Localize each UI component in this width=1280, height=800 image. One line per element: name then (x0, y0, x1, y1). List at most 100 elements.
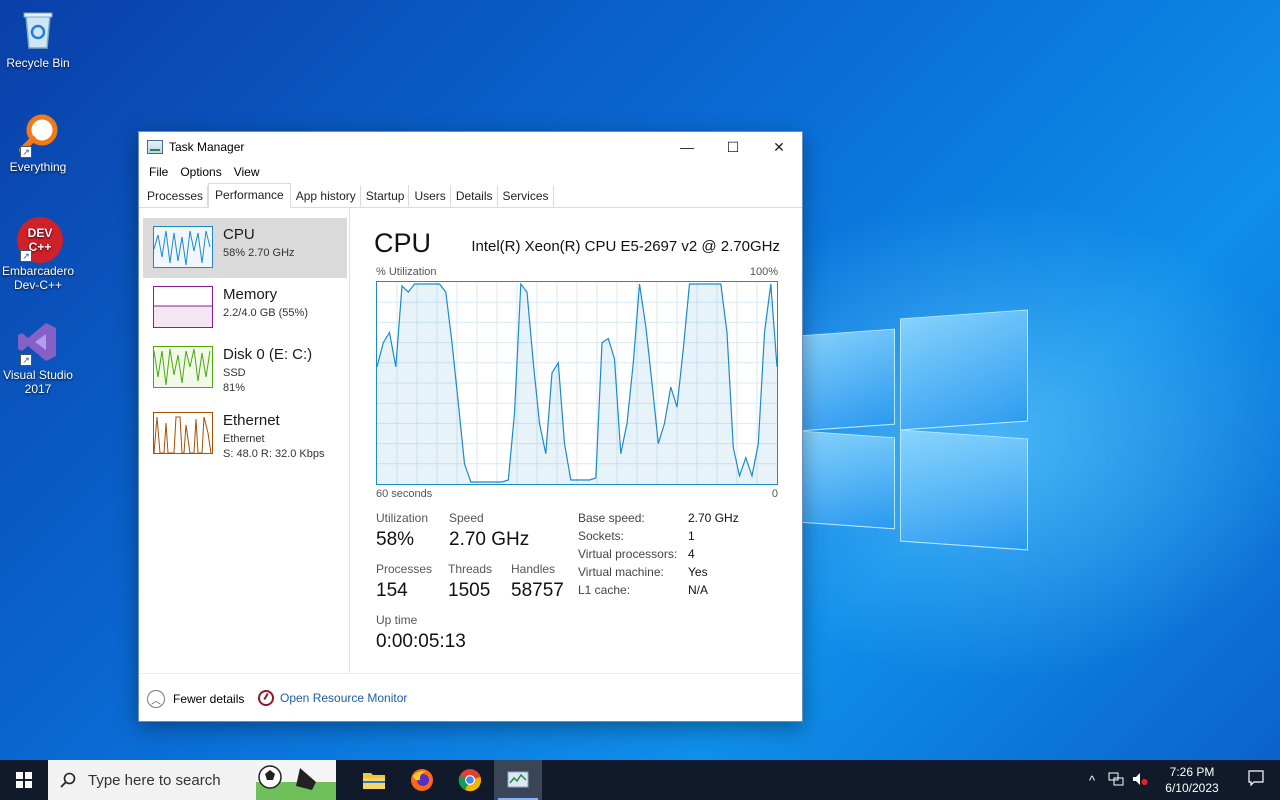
task-manager-icon (147, 140, 163, 154)
taskbar: Type here to search ^ 7:26 PM 6/10/2023 (0, 760, 1280, 800)
uptime-label: Up time (376, 613, 418, 627)
title-bar[interactable]: Task Manager — ☐ ✕ (139, 132, 802, 162)
sidebar-item-cpu[interactable]: CPU 58% 2.70 GHz (143, 218, 347, 278)
virtual-processors-label: Virtual processors: (578, 547, 678, 561)
disk-mini-graph (153, 346, 213, 388)
resource-monitor-icon (258, 690, 274, 706)
network-icon[interactable] (1104, 772, 1128, 789)
close-button[interactable]: ✕ (756, 132, 802, 162)
menu-bar: File Options View (139, 162, 802, 182)
tab-services[interactable]: Services (498, 185, 554, 207)
fewer-details-button[interactable]: ︿ Fewer details (147, 690, 244, 708)
notification-icon (1248, 769, 1264, 786)
processes-label: Processes (376, 562, 433, 576)
menu-options[interactable]: Options (174, 165, 227, 179)
tab-users[interactable]: Users (409, 185, 451, 207)
speed-label: Speed (449, 511, 484, 525)
uptime-value: 0:00:05:13 (376, 631, 466, 652)
folder-icon (363, 773, 385, 789)
speed-value: 2.70 GHz (449, 529, 530, 550)
search-highlight-image (256, 760, 336, 800)
start-button[interactable] (0, 760, 48, 800)
firefox-icon (411, 769, 433, 791)
desktop-icon-label: Visual Studio 2017 (3, 368, 73, 396)
everything-search-icon: ↗ (16, 112, 60, 158)
l1-cache-value: N/A (688, 583, 709, 597)
menu-file[interactable]: File (143, 165, 174, 179)
tab-startup[interactable]: Startup (361, 185, 410, 207)
desktop-icon-everything[interactable]: ↗ Everything (0, 112, 76, 174)
desktop-icon-label: Everything (9, 160, 67, 174)
sidebar-item-memory[interactable]: Memory 2.2/4.0 GB (55%) (143, 278, 347, 338)
system-tray: ^ 7:26 PM 6/10/2023 (1080, 760, 1280, 800)
virtual-machine-label: Virtual machine: (578, 565, 664, 579)
minimize-button[interactable]: — (664, 132, 710, 162)
tab-performance[interactable]: Performance (208, 183, 291, 208)
sockets-label: Sockets: (578, 529, 625, 543)
chrome-icon (458, 769, 481, 792)
sidebar-item-label: Memory (223, 286, 278, 303)
menu-view[interactable]: View (228, 165, 266, 179)
processes-value: 154 (376, 580, 408, 601)
action-center-button[interactable] (1232, 769, 1280, 791)
utilization-label: Utilization (376, 511, 429, 525)
virtual-machine-value: Yes (688, 565, 708, 579)
tab-details[interactable]: Details (451, 185, 498, 207)
graph-y-label: % Utilization (376, 266, 437, 278)
recycle-bin-icon (16, 8, 60, 52)
desktop-icon-recycle-bin[interactable]: Recycle Bin (0, 8, 76, 70)
clock-time: 7:26 PM (1169, 765, 1215, 779)
cpu-model-name: Intel(R) Xeon(R) CPU E5-2697 v2 @ 2.70GH… (471, 238, 780, 255)
maximize-button[interactable]: ☐ (710, 132, 756, 162)
sidebar-item-ethernet[interactable]: Ethernet Ethernet S: 48.0 R: 32.0 Kbps (143, 404, 347, 464)
sidebar-item-detail: Ethernet (223, 433, 265, 445)
ethernet-mini-graph (153, 412, 213, 454)
desktop: Recycle Bin ↗ Everything DEV C++ ↗ Embarc… (0, 0, 1280, 760)
sidebar-item-detail: 58% 2.70 GHz (223, 247, 295, 259)
visual-studio-icon: ↗ (16, 320, 60, 366)
taskbar-file-explorer[interactable] (350, 760, 398, 800)
graph-x-label-right: 0 (771, 488, 778, 500)
threads-label: Threads (448, 562, 493, 576)
desktop-icon-devcpp[interactable]: DEV C++ ↗ Embarcadero Dev-C++ (0, 216, 76, 292)
taskbar-task-manager[interactable] (494, 760, 542, 800)
tab-app-history[interactable]: App history (291, 185, 361, 207)
search-icon (60, 772, 76, 788)
desktop-icon-label: Embarcadero Dev-C++ (1, 264, 75, 292)
performance-sidebar: CPU 58% 2.70 GHz Memory 2.2/4.0 GB (55%)… (139, 208, 350, 673)
base-speed-value: 2.70 GHz (688, 511, 739, 525)
cpu-utilization-chart (376, 282, 778, 484)
svg-text:C++: C++ (29, 240, 52, 254)
l1-cache-label: L1 cache: (578, 583, 631, 597)
fewer-details-label: Fewer details (173, 692, 245, 706)
windows-start-icon (16, 772, 32, 788)
handles-label: Handles (511, 562, 556, 576)
cpu-mini-graph (153, 226, 213, 268)
search-placeholder: Type here to search (88, 771, 221, 789)
window-footer: ︿ Fewer details Open Resource Monitor (139, 673, 802, 721)
chevron-up-icon[interactable]: ^ (1080, 773, 1104, 788)
taskbar-search-box[interactable]: Type here to search (48, 760, 336, 800)
sidebar-item-detail: 2.2/4.0 GB (55%) (223, 307, 308, 319)
taskbar-chrome[interactable] (446, 760, 494, 800)
desktop-icon-visual-studio[interactable]: ↗ Visual Studio 2017 (0, 320, 76, 396)
desktop-icon-label: Recycle Bin (6, 56, 70, 70)
base-speed-label: Base speed: (578, 511, 645, 525)
cpu-utilization-graph (376, 281, 778, 485)
devcpp-logo-icon: DEV C++ ↗ (16, 216, 63, 263)
panel-title: CPU (374, 228, 432, 258)
tab-processes[interactable]: Processes (142, 185, 209, 207)
sidebar-item-label: Ethernet (223, 412, 280, 429)
sidebar-item-label: CPU (223, 226, 255, 243)
cpu-detail-panel: CPU Intel(R) Xeon(R) CPU E5-2697 v2 @ 2.… (351, 208, 802, 673)
sidebar-item-disk[interactable]: Disk 0 (E: C:) SSD 81% (143, 338, 347, 398)
tab-strip: Processes Performance App history Startu… (139, 182, 802, 208)
task-manager-icon (507, 771, 529, 788)
volume-muted-icon[interactable] (1128, 772, 1152, 789)
utilization-value: 58% (376, 529, 415, 550)
sidebar-item-usage: 81% (223, 382, 246, 394)
open-resource-monitor-link[interactable]: Open Resource Monitor (258, 690, 407, 706)
clock-date: 6/10/2023 (1165, 781, 1219, 795)
taskbar-clock[interactable]: 7:26 PM 6/10/2023 (1152, 764, 1232, 796)
taskbar-firefox[interactable] (398, 760, 446, 800)
